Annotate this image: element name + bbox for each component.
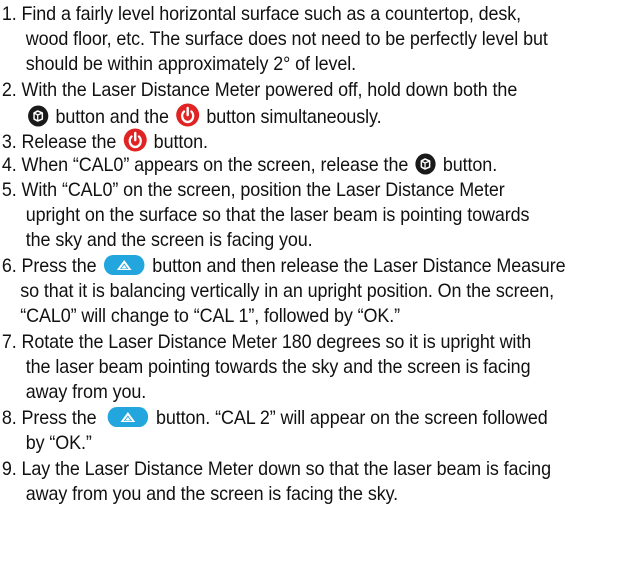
power-icon — [123, 128, 147, 152]
step-8: 8. Press the button. “CAL 2” will appear… — [0, 406, 580, 456]
step-text: With “CAL0” on the screen, position the … — [21, 179, 505, 201]
step-text: “CAL0” will change to “CAL 1”, followed … — [20, 305, 401, 327]
step-text: Lay the Laser Distance Meter down so tha… — [21, 458, 552, 480]
step-text: Press the — [21, 255, 97, 277]
step-number: 5. — [1, 179, 17, 201]
step-text: the sky and the screen is facing you. — [25, 229, 313, 251]
step-9: 9. Lay the Laser Distance Meter down so … — [0, 457, 580, 507]
step-text: button and the — [55, 106, 170, 128]
step-text: so that it is balancing vertically in an… — [20, 280, 555, 302]
step-7: 7. Rotate the Laser Distance Meter 180 d… — [0, 330, 580, 405]
step-text: button. “CAL 2” will appear on the scree… — [155, 407, 548, 429]
step-text: button. — [153, 131, 208, 153]
step-text: Release the — [21, 131, 117, 153]
step-text: button simultaneously. — [206, 106, 382, 128]
step-number: 9. — [1, 458, 17, 480]
step-text: wood floor, etc. The surface does not ne… — [25, 28, 548, 50]
measure-cube-icon — [415, 153, 436, 175]
measure-cube-icon — [28, 105, 49, 127]
step-text: Press the — [21, 407, 97, 429]
step-6: 6. Press the button and then release the… — [0, 254, 580, 329]
step-text: upright on the surface so that the laser… — [25, 204, 530, 226]
step-number: 2. — [1, 79, 17, 101]
step-number: 3. — [1, 131, 17, 153]
up-arrow-button-icon — [107, 407, 149, 427]
step-text: button and then release the Laser Distan… — [152, 255, 566, 277]
up-arrow-button-icon — [104, 255, 145, 275]
step-text: When “CAL0” appears on the screen, relea… — [21, 154, 409, 176]
step-number: 8. — [1, 407, 17, 429]
step-text: should be within approximately 2° of lev… — [25, 53, 357, 75]
step-text: away from you. — [25, 381, 147, 403]
step-number: 1. — [1, 3, 17, 25]
step-text: by “OK.” — [25, 432, 92, 454]
step-2: 2. With the Laser Distance Meter powered… — [0, 78, 580, 128]
step-number: 4. — [1, 154, 17, 176]
power-icon — [176, 103, 200, 127]
step-text: With the Laser Distance Meter powered of… — [21, 79, 518, 101]
step-number: 6. — [1, 255, 17, 277]
step-text: Find a fairly level horizontal surface s… — [21, 3, 522, 25]
step-text: button. — [442, 154, 498, 176]
step-3: 3. Release the button. — [0, 128, 580, 153]
step-5: 5. With “CAL0” on the screen, position t… — [0, 178, 580, 253]
step-text: the laser beam pointing towards the sky … — [25, 356, 531, 378]
step-text: Rotate the Laser Distance Meter 180 degr… — [21, 331, 532, 353]
step-text: away from you and the screen is facing t… — [25, 483, 399, 505]
step-4: 4. When “CAL0” appears on the screen, re… — [0, 153, 580, 178]
step-1: 1. Find a fairly level horizontal surfac… — [0, 2, 580, 77]
step-number: 7. — [1, 331, 17, 353]
